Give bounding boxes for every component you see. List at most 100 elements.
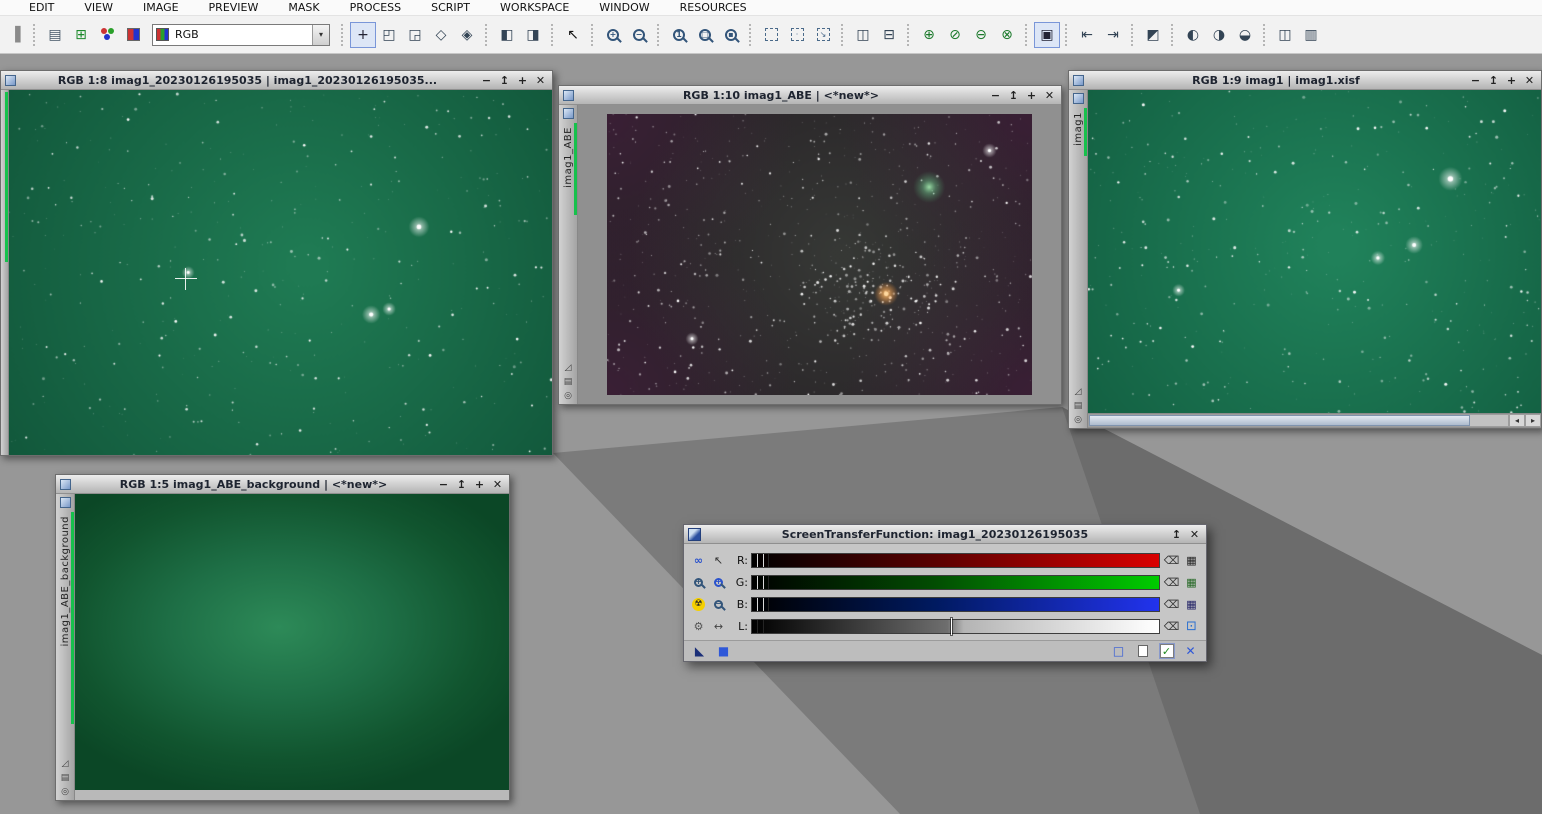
range-arrows-icon[interactable]: ↔: [710, 618, 727, 635]
previous-image-icon[interactable]: ⇤: [1074, 22, 1100, 48]
readout-mode-icon[interactable]: ▣: [1034, 22, 1060, 48]
split-horizontal-icon[interactable]: ◫: [850, 22, 876, 48]
image-view[interactable]: ◂ ▸: [1088, 90, 1541, 428]
zoom-button[interactable]: +: [1024, 88, 1039, 103]
menu-item-resources[interactable]: RESOURCES: [665, 1, 762, 14]
grid-snap-icon[interactable]: ▤: [1074, 401, 1083, 411]
new-window-icon[interactable]: ⊞: [68, 22, 94, 48]
stf-green-slider[interactable]: [751, 575, 1160, 590]
background-model-image[interactable]: [75, 494, 509, 790]
stf-blue-slider[interactable]: [751, 597, 1160, 612]
stf-lum-slider[interactable]: [751, 619, 1160, 634]
menu-item-workspace[interactable]: WORKSPACE: [485, 1, 584, 14]
edit-pointer-icon[interactable]: ↖: [710, 552, 727, 569]
menu-item-edit[interactable]: EDIT: [14, 1, 69, 14]
selection-mode-icon[interactable]: [1073, 93, 1084, 104]
workspace-grid-icon[interactable]: ▥: [1298, 22, 1324, 48]
close-button[interactable]: ✕: [1187, 527, 1202, 542]
zoom-fit-icon[interactable]: □: [692, 22, 718, 48]
pin-button[interactable]: ↥: [1169, 527, 1184, 542]
shade-button[interactable]: ↥: [497, 73, 512, 88]
close-button[interactable]: ✕: [490, 477, 505, 492]
histogram-icon[interactable]: ◩: [1140, 22, 1166, 48]
new-preview-icon[interactable]: [758, 22, 784, 48]
wrench-settings-icon[interactable]: ⚙: [690, 618, 707, 635]
edit-preview-icon[interactable]: ·: [784, 22, 810, 48]
readout-ring-icon[interactable]: ◎: [1074, 415, 1082, 425]
shrink-view-icon[interactable]: ◲: [402, 22, 428, 48]
window-side-strip[interactable]: imag1 ◿ ▤ ◎: [1069, 90, 1088, 428]
stf-edit-icon[interactable]: ⊘: [942, 22, 968, 48]
navigation-crosshair-icon[interactable]: +: [350, 22, 376, 48]
image-view[interactable]: [9, 90, 552, 455]
dialog-titlebar[interactable]: ScreenTransferFunction: imag1_2023012619…: [684, 525, 1206, 544]
window-side-strip[interactable]: [1, 90, 9, 455]
zoom-button[interactable]: +: [1504, 73, 1519, 88]
zoom-button[interactable]: +: [472, 477, 487, 492]
readout-ring-icon[interactable]: ◎: [564, 391, 572, 401]
scroll-right-icon[interactable]: ▸: [1525, 414, 1541, 427]
mask-show-icon[interactable]: ◑: [1206, 22, 1232, 48]
mask-invert-icon[interactable]: ◐: [1180, 22, 1206, 48]
dropdown-arrow-icon[interactable]: ▾: [312, 25, 329, 45]
view-selector-icon[interactable]: [563, 90, 574, 101]
view-mode-dropdown[interactable]: RGB ▾: [152, 24, 330, 46]
red-grid-icon[interactable]: ▦: [1183, 552, 1200, 569]
close-button[interactable]: ✕: [1042, 88, 1057, 103]
window-titlebar[interactable]: RGB 1:9 imag1 | imag1.xisf − ↥ + ✕: [1069, 71, 1541, 90]
zoom-in-tool-icon[interactable]: +: [690, 574, 707, 591]
window-side-strip[interactable]: imag1_ABE_background ◿ ▤ ◎: [56, 494, 75, 800]
starfield-image[interactable]: [9, 90, 552, 455]
blue-grid-icon[interactable]: ▦: [1183, 596, 1200, 613]
stf-auto-icon[interactable]: ⊕: [916, 22, 942, 48]
zoom-in-icon[interactable]: +: [600, 22, 626, 48]
image-window-imag1-abe-background[interactable]: RGB 1:5 imag1_ABE_background | <*new*> −…: [55, 474, 510, 801]
stf-red-slider[interactable]: [751, 553, 1160, 568]
dynamic-crop-icon[interactable]: ◨: [520, 22, 546, 48]
menu-item-preview[interactable]: PREVIEW: [194, 1, 274, 14]
horizontal-scrollbar[interactable]: ◂ ▸: [1088, 413, 1541, 427]
window-side-strip[interactable]: imag1_ABE ◿ ▤ ◎: [559, 105, 578, 404]
close-button[interactable]: ✕: [1522, 73, 1537, 88]
pan-view-icon[interactable]: ◇: [428, 22, 454, 48]
image-window-imag1-20230126195035[interactable]: RGB 1:8 imag1_20230126195035 | imag1_202…: [0, 70, 553, 456]
window-titlebar[interactable]: RGB 1:10 imag1_ABE | <*new*> − ↥ + ✕: [559, 86, 1061, 105]
clear-lum-icon[interactable]: ⌫: [1163, 618, 1180, 635]
menu-item-view[interactable]: VIEW: [69, 1, 128, 14]
execute-checkbox[interactable]: ✓: [1158, 643, 1175, 660]
shade-button[interactable]: ↥: [1486, 73, 1501, 88]
menu-item-window[interactable]: WINDOW: [584, 1, 664, 14]
scroll-left-icon[interactable]: ◂: [1509, 414, 1525, 427]
starfield-image[interactable]: [1088, 90, 1541, 413]
window-titlebar[interactable]: RGB 1:5 imag1_ABE_background | <*new*> −…: [56, 475, 509, 494]
readout-ring-icon[interactable]: ◎: [61, 787, 69, 797]
view-selector-icon[interactable]: [60, 479, 71, 490]
clear-red-icon[interactable]: ⌫: [1163, 552, 1180, 569]
stf-dialog[interactable]: ScreenTransferFunction: imag1_2023012619…: [683, 524, 1207, 662]
window-titlebar[interactable]: RGB 1:8 imag1_20230126195035 | imag1_202…: [1, 71, 552, 90]
select-pointer-icon[interactable]: ↖: [560, 22, 586, 48]
split-vertical-icon[interactable]: ⊟: [876, 22, 902, 48]
shade-button[interactable]: ↥: [1006, 88, 1021, 103]
image-window-imag1-abe[interactable]: RGB 1:10 imag1_ABE | <*new*> − ↥ + ✕ ima…: [558, 85, 1062, 405]
image-window-imag1[interactable]: RGB 1:9 imag1 | imag1.xisf − ↥ + ✕ imag1…: [1068, 70, 1542, 429]
radiation-icon[interactable]: ☢: [690, 596, 707, 613]
fit-zoom-icon[interactable]: ◿: [62, 759, 69, 769]
expand-panel-icon[interactable]: ◣: [691, 643, 708, 660]
track-view-icon[interactable]: ■: [715, 643, 732, 660]
link-channels-icon[interactable]: ∞: [690, 552, 707, 569]
fit-zoom-icon[interactable]: ◿: [1075, 387, 1082, 397]
next-image-icon[interactable]: ⇥: [1100, 22, 1126, 48]
toolbar-handle-icon[interactable]: ▐: [2, 22, 28, 48]
scrollbar-track[interactable]: [1088, 414, 1509, 427]
view-selector-icon[interactable]: [1073, 75, 1084, 86]
new-instance-icon[interactable]: [1134, 643, 1151, 660]
zoom-out-icon[interactable]: −: [626, 22, 652, 48]
scrollbar-thumb[interactable]: [1089, 415, 1470, 426]
zoom-1to1-icon[interactable]: 1: [666, 22, 692, 48]
menu-item-image[interactable]: IMAGE: [128, 1, 194, 14]
screen-lut-icon[interactable]: ⊡: [1183, 618, 1200, 635]
selection-mode-icon[interactable]: [60, 497, 71, 508]
zoom-out-tool-icon[interactable]: −: [710, 596, 727, 613]
shade-button[interactable]: ↥: [454, 477, 469, 492]
